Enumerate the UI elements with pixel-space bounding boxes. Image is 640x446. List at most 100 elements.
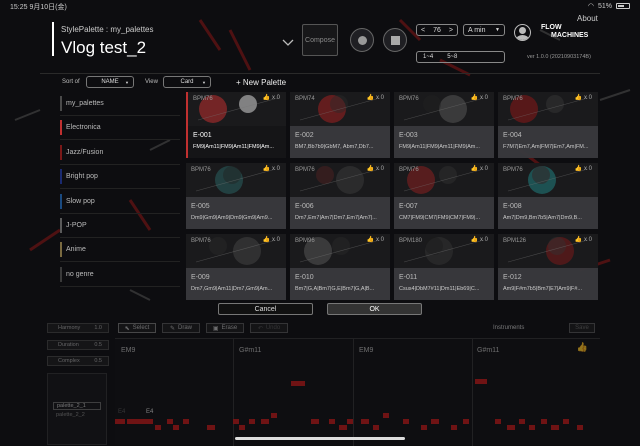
select-tool-button[interactable]: ⬉ Select <box>118 323 156 333</box>
card-likes[interactable]: 👍 x 0 <box>575 236 592 243</box>
stop-button[interactable] <box>383 28 407 52</box>
piano-roll-note[interactable] <box>463 419 469 424</box>
compose-button[interactable]: Compose <box>302 24 338 56</box>
piano-roll-note[interactable] <box>155 425 161 430</box>
palette-card[interactable]: BPM76 👍 x 0 E-009 Dm7,Gm9|Am11|Dm7,Gm9|Am..… <box>186 234 286 300</box>
tempo-increase-icon[interactable]: > <box>449 27 453 34</box>
palette-card[interactable]: BPM74 👍 x 0 E-002 BM7,Bb7b9|GbM7, Abm7,Db7.… <box>290 92 390 158</box>
palette-card[interactable]: BPM76 👍 x 0 E-008 Am7|Dm9,Bm7b5|Am7|Dm9,B..… <box>498 163 598 229</box>
duration-param[interactable]: Duration 0.5 <box>47 340 109 350</box>
piano-roll-note[interactable] <box>383 413 389 418</box>
piano-roll-note[interactable] <box>249 419 255 424</box>
complex-param[interactable]: Complex 0.5 <box>47 356 109 366</box>
card-likes[interactable]: 👍 x 0 <box>263 94 280 101</box>
piano-roll-note[interactable] <box>311 419 319 424</box>
range-left[interactable]: 1~4 <box>423 54 433 60</box>
palette-card[interactable]: BPM96 👍 x 0 E-010 Bm7|G,A|Bm7|G,E|Bm7|G,A|B… <box>290 234 390 300</box>
cancel-button[interactable]: Cancel <box>218 303 313 315</box>
piano-roll-note[interactable] <box>403 419 409 424</box>
card-likes[interactable]: 👍 x 0 <box>471 236 488 243</box>
bar-range-selector[interactable]: 1~4 5~8 <box>416 51 505 63</box>
piano-roll-note[interactable] <box>577 425 583 430</box>
piano-roll-note[interactable] <box>115 419 125 424</box>
piano-roll-note[interactable] <box>507 425 515 430</box>
chevron-down-icon[interactable] <box>282 39 294 47</box>
piano-roll-note[interactable] <box>207 425 215 430</box>
piano-roll-note[interactable] <box>541 419 547 424</box>
sidebar-item[interactable]: my_palettes <box>60 93 180 114</box>
thumbs-up-icon[interactable]: 👍 <box>577 342 588 353</box>
piano-roll-note[interactable] <box>167 419 173 424</box>
sidebar-item[interactable]: Anime <box>60 239 180 260</box>
key-select[interactable]: A min ▼ <box>463 24 505 36</box>
card-likes[interactable]: 👍 x 0 <box>575 94 592 101</box>
sidebar-item[interactable]: Electronica <box>60 117 180 138</box>
palette-card[interactable]: BPM76 👍 x 0 E-007 CM7|FM9|CM7|FM9|CM7|FM9|.… <box>394 163 494 229</box>
card-likes[interactable]: 👍 x 0 <box>263 165 280 172</box>
card-likes[interactable]: 👍 x 0 <box>471 165 488 172</box>
piano-roll-note[interactable] <box>519 419 525 424</box>
sidebar-item[interactable]: Jazz/Fusion <box>60 142 180 163</box>
piano-roll-note[interactable] <box>291 381 305 386</box>
save-button[interactable]: Save <box>569 323 595 333</box>
ok-button[interactable]: OK <box>327 303 422 315</box>
tempo-stepper[interactable]: < 76 > <box>416 24 458 36</box>
piano-roll-note[interactable] <box>347 419 353 424</box>
palette-card[interactable]: BPM76 👍 x 0 E-003 FM9|Am11|FM9|Am11|FM9|Am.… <box>394 92 494 158</box>
piano-roll-note[interactable] <box>137 419 145 424</box>
palette-card[interactable]: BPM76 👍 x 0 E-006 Dm7,Em7|Am7|Dm7,Em7|Am7|.… <box>290 163 390 229</box>
view-select[interactable]: Card ▼ <box>163 76 211 88</box>
sidebar-item[interactable]: no genre <box>60 264 180 285</box>
piano-roll-note[interactable] <box>563 419 569 424</box>
new-palette-button[interactable]: + New Palette <box>236 78 286 87</box>
harmony-param[interactable]: Harmony 1.0 <box>47 323 109 333</box>
piano-roll-note[interactable] <box>551 425 559 430</box>
card-likes[interactable]: 👍 x 0 <box>575 165 592 172</box>
user-avatar[interactable] <box>514 24 531 41</box>
about-link[interactable]: About <box>577 14 598 23</box>
piano-roll-note[interactable] <box>271 413 277 418</box>
instruments-label[interactable]: Instruments <box>493 325 524 331</box>
piano-roll-note[interactable] <box>373 425 379 430</box>
record-button[interactable] <box>350 28 374 52</box>
piano-roll-note[interactable] <box>339 425 347 430</box>
piano-roll-note[interactable] <box>431 419 439 424</box>
card-likes[interactable]: 👍 x 0 <box>263 236 280 243</box>
piano-roll[interactable]: EM9 G#m11 EM9 G#m11 👍 E4 E4 <box>115 338 600 446</box>
piano-roll-note[interactable] <box>361 419 369 424</box>
card-likes[interactable]: 👍 x 0 <box>367 236 384 243</box>
card-like-count: x 0 <box>479 166 488 172</box>
range-right[interactable]: 5~8 <box>447 54 457 60</box>
palette-list-item[interactable]: palette_2_1 <box>53 402 101 410</box>
sort-select[interactable]: NAME ▼ <box>86 76 134 88</box>
card-likes[interactable]: 👍 x 0 <box>367 165 384 172</box>
piano-roll-note[interactable] <box>239 425 245 430</box>
draw-tool-button[interactable]: ✎ Draw <box>162 323 200 333</box>
card-likes[interactable]: 👍 x 0 <box>367 94 384 101</box>
piano-roll-note[interactable] <box>495 419 501 424</box>
piano-roll-note[interactable] <box>475 379 487 384</box>
piano-roll-note[interactable] <box>421 425 427 430</box>
erase-tool-button[interactable]: ▣ Erase <box>206 323 244 333</box>
piano-roll-note[interactable] <box>127 419 137 424</box>
sidebar-item[interactable]: Bright pop <box>60 166 180 187</box>
piano-roll-note[interactable] <box>183 419 189 424</box>
palette-card[interactable]: BPM126 👍 x 0 E-012 Am9|F#m7b5|Bm7|E7|Am9|F#… <box>498 234 598 300</box>
palette-list-item[interactable]: palette_2_2 <box>53 412 101 420</box>
card-likes[interactable]: 👍 x 0 <box>471 94 488 101</box>
piano-roll-note[interactable] <box>233 419 239 424</box>
piano-roll-note[interactable] <box>145 419 153 424</box>
palette-card[interactable]: BPM180 👍 x 0 E-011 Csus4|DbM7#11|Dm11|Eb69|… <box>394 234 494 300</box>
piano-roll-note[interactable] <box>529 425 535 430</box>
piano-roll-note[interactable] <box>329 419 335 424</box>
palette-card[interactable]: BPM76 👍 x 0 E-005 Dm9|Gm9|Am9|Dm9|Gm9|Am9..… <box>186 163 286 229</box>
sidebar-item[interactable]: J-POP <box>60 215 180 236</box>
piano-roll-note[interactable] <box>451 425 457 430</box>
tempo-decrease-icon[interactable]: < <box>421 27 425 34</box>
sidebar-item[interactable]: Slow pop <box>60 191 180 212</box>
palette-card[interactable]: BPM76 👍 x 0 E-001 FM9|Am11|FM9|Am11|FM9|Am.… <box>186 92 286 158</box>
piano-roll-note[interactable] <box>173 425 179 430</box>
palette-card[interactable]: BPM76 👍 x 0 E-004 F7M7|Em7,Am|FM7|Em7,Am|FM… <box>498 92 598 158</box>
undo-button[interactable]: ↶ Undo <box>250 323 288 333</box>
piano-roll-note[interactable] <box>261 419 269 424</box>
